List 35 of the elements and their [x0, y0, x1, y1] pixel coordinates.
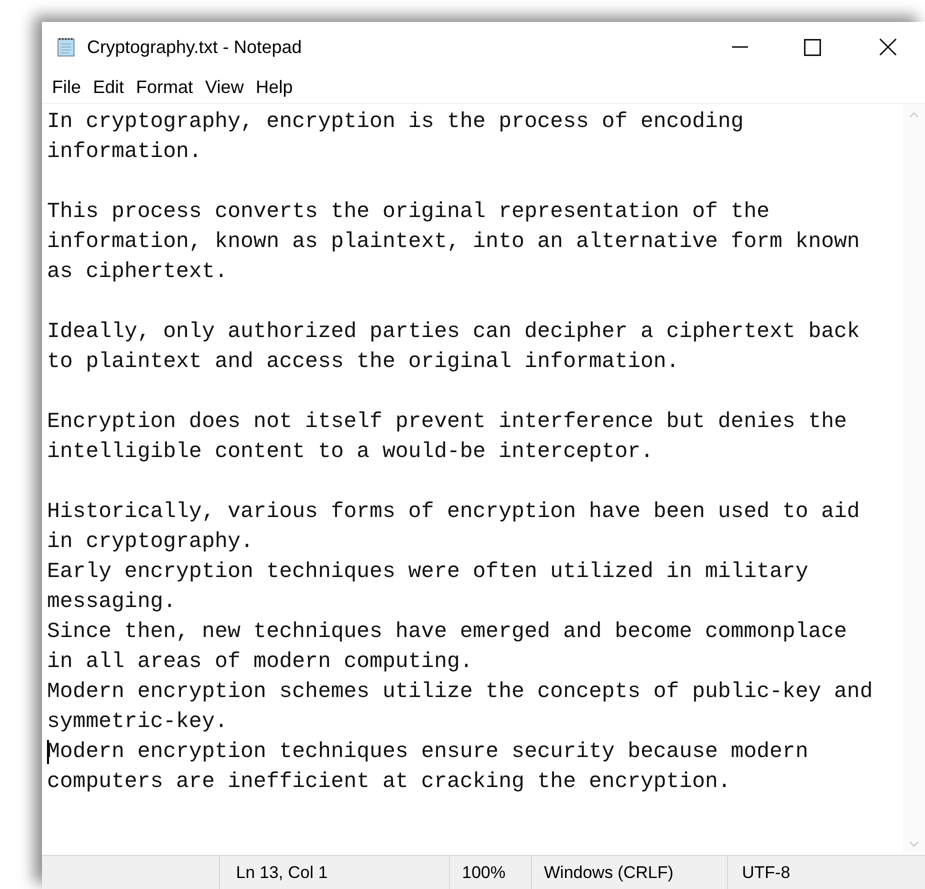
scroll-up-icon — [909, 112, 919, 118]
text-line: in all areas of modern computing. — [47, 649, 473, 676]
text-line: messaging. — [47, 589, 176, 616]
text-line: Modern encryption schemes utilize the concepts of public-key and — [47, 679, 873, 706]
menu-item[interactable]: Edit — [87, 74, 130, 101]
text-line: Since then, new techniques have emerged and become commonplace — [47, 619, 847, 646]
text-line: In cryptography, encryption is the process of encoding — [47, 109, 744, 136]
notepad-icon — [55, 36, 77, 58]
close-icon — [878, 38, 896, 56]
line-ending: Windows (CRLF) — [544, 862, 674, 884]
text-line: to plaintext and access the original information. — [47, 349, 680, 376]
vertical-scrollbar[interactable] — [903, 104, 925, 855]
menu-item[interactable]: Format — [130, 74, 200, 101]
text-line: information. — [47, 139, 202, 166]
text-line: as ciphertext. — [47, 259, 228, 286]
text-line: Historically, various forms of encryption have been used to aid — [47, 499, 860, 526]
text-line: Encryption does not itself prevent interference but denies the — [47, 409, 847, 436]
text-line: intelligible content to a would-be interceptor. — [47, 439, 654, 466]
encoding: UTF-8 — [742, 862, 790, 884]
menu-item[interactable]: Help — [250, 74, 299, 101]
zoom-level: 100% — [462, 862, 506, 884]
maximize-icon — [804, 38, 821, 56]
text-line: This process converts the original representation of the — [47, 199, 770, 226]
menu-item[interactable]: View — [199, 74, 250, 101]
window-title: Cryptography.txt - Notepad — [87, 36, 302, 59]
cursor-position: Ln 13, Col 1 — [236, 862, 328, 884]
menu-item[interactable]: File — [46, 74, 88, 101]
text-line: symmetric-key. — [47, 709, 228, 736]
text-line: Ideally, only authorized parties can decipher a ciphertext back — [47, 319, 860, 346]
text-line: in cryptography. — [47, 529, 254, 556]
text-line: Early encryption techniques were often utilized in military — [47, 559, 808, 586]
minimize-icon — [732, 46, 748, 48]
text-line: computers are inefficient at cracking the encryption. — [47, 769, 731, 796]
scroll-down-icon — [909, 841, 919, 847]
text-line: information, known as plaintext, into an alternative form known — [47, 229, 860, 256]
